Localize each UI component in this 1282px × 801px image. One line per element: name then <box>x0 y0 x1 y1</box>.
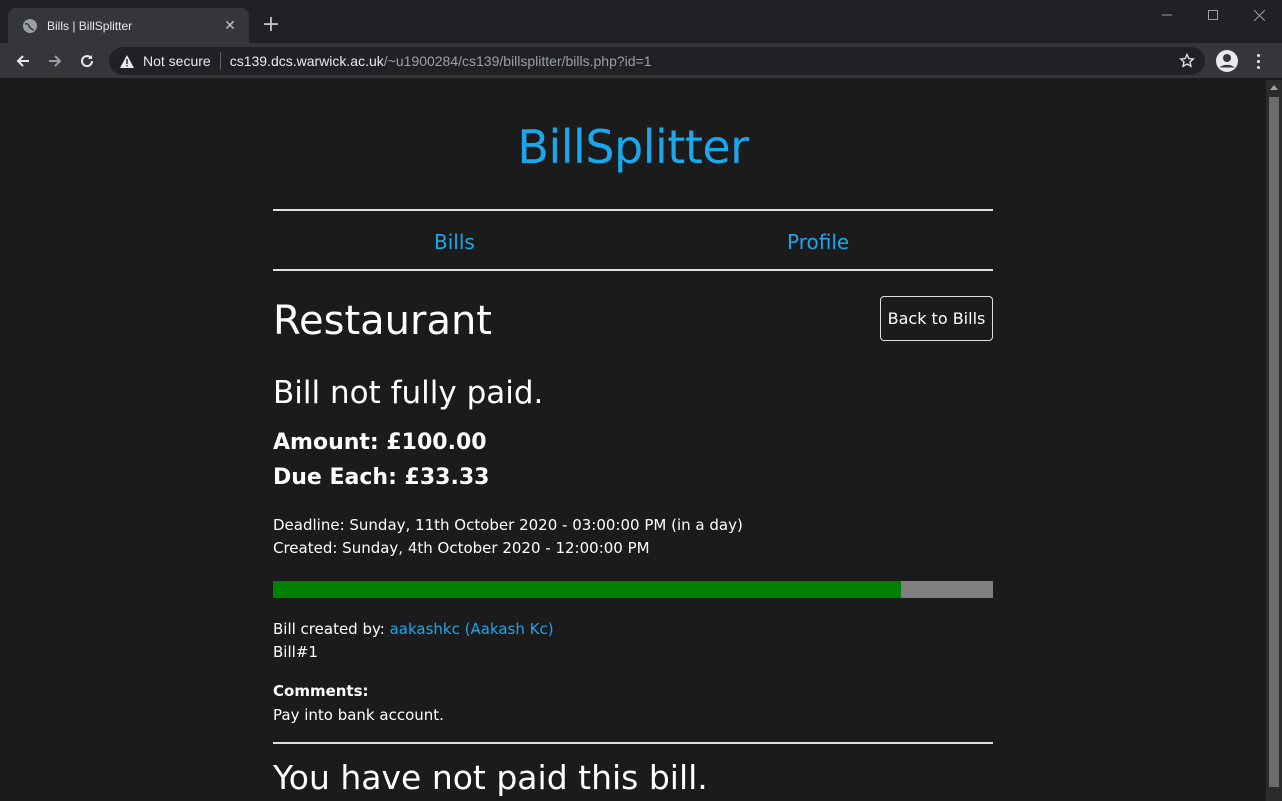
bill-title: Restaurant <box>273 298 492 344</box>
browser-tab-strip: Bills | BillSplitter ✕ + <box>0 0 1282 43</box>
bill-status: Bill not fully paid. <box>273 375 544 411</box>
tab-title: Bills | BillSplitter <box>47 18 133 33</box>
back-to-bills-button[interactable]: Back to Bills <box>880 296 993 341</box>
creator-profile-link[interactable]: aakashkc (Aakash Kc) <box>390 620 554 638</box>
scrollbar-thumb[interactable] <box>1269 97 1279 787</box>
security-label[interactable]: Not secure <box>143 53 211 69</box>
nav-link-profile[interactable]: Profile <box>787 230 849 254</box>
bill-comments: Pay into bank account. <box>273 706 444 724</box>
tab-close-icon[interactable]: ✕ <box>221 17 239 35</box>
url-path: /~u1900284/cs139/billsplitter/bills.php?… <box>383 53 652 69</box>
window-close-icon[interactable] <box>1236 0 1282 30</box>
globe-icon <box>22 18 38 34</box>
browser-tab[interactable]: Bills | BillSplitter ✕ <box>8 8 249 43</box>
profile-avatar-icon[interactable] <box>1214 48 1240 74</box>
bill-due-each: Due Each: £33.33 <box>273 465 490 490</box>
browser-toolbar: Not secure cs139.dcs.warwick.ac.uk/~u190… <box>0 43 1282 79</box>
address-bar[interactable]: Not secure cs139.dcs.warwick.ac.uk/~u190… <box>109 47 1205 75</box>
bill-deadline: Deadline: Sunday, 11th October 2020 - 03… <box>273 516 743 534</box>
new-tab-icon[interactable]: + <box>259 13 283 37</box>
nav-top-divider <box>273 209 993 211</box>
browser-menu-icon[interactable] <box>1250 50 1266 72</box>
forward-arrow-icon[interactable] <box>41 47 69 75</box>
url-host: cs139.dcs.warwick.ac.uk <box>229 53 384 69</box>
section-divider <box>273 742 993 744</box>
payment-status-heading: You have not paid this bill. <box>273 758 708 797</box>
created-by-label: Bill created by: <box>273 620 390 638</box>
maximize-icon[interactable] <box>1190 0 1236 30</box>
site-brand[interactable]: BillSplitter <box>273 120 993 174</box>
nav-bottom-divider <box>273 269 993 271</box>
minimize-icon[interactable] <box>1144 0 1190 30</box>
page-scrollbar[interactable] <box>1266 80 1282 801</box>
payment-progress-fill <box>273 581 901 598</box>
comments-label: Comments: <box>273 682 369 700</box>
nav-link-bills[interactable]: Bills <box>434 230 475 254</box>
scroll-up-arrow-icon[interactable] <box>1270 85 1278 90</box>
bill-created: Created: Sunday, 4th October 2020 - 12:0… <box>273 539 650 557</box>
address-divider <box>219 52 221 70</box>
bill-amount: Amount: £100.00 <box>273 430 487 455</box>
warning-icon[interactable] <box>119 53 135 69</box>
bill-created-by: Bill created by: aakashkc (Aakash Kc) <box>273 620 554 638</box>
back-arrow-icon[interactable] <box>9 47 37 75</box>
bill-number: Bill#1 <box>273 643 318 661</box>
reload-icon[interactable] <box>73 47 101 75</box>
page-viewport: BillSplitter Bills Profile Restaurant Ba… <box>0 80 1266 801</box>
bookmark-star-icon[interactable] <box>1179 52 1195 69</box>
payment-progress-bar <box>273 581 993 598</box>
